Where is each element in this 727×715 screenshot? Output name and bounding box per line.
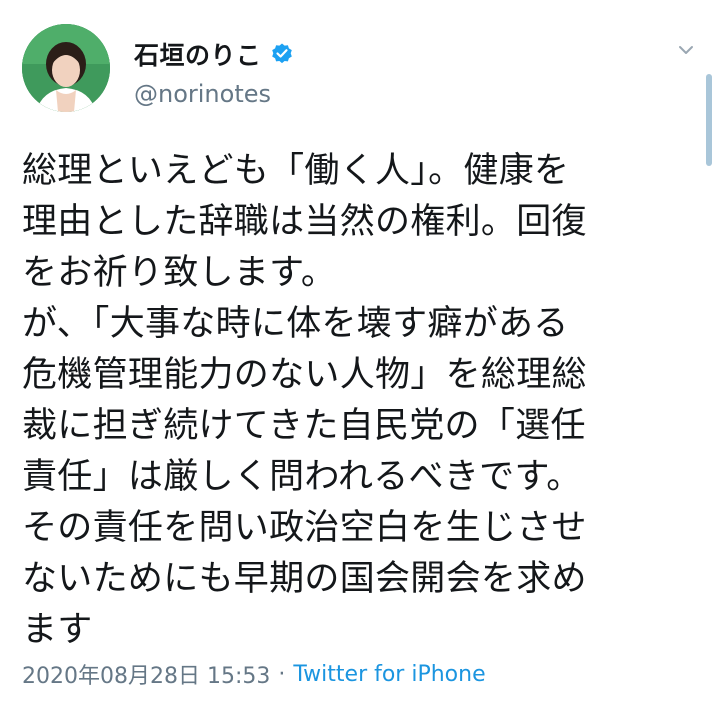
tweet-text-line: をお祈り致します。 [22,253,337,293]
timestamp[interactable]: 2020年08月28日 15:53 [22,658,270,690]
tweet-text-line: ないためにも早期の国会開会を求め [22,559,587,599]
display-name[interactable]: 石垣のりこ [134,36,262,72]
profile-photo-icon [22,24,110,112]
tweet-text-line: 危機管理能力のない人物」を総理総 [22,355,587,395]
tweet-text-line: その責任を問い政治空白を生じさせ [22,508,587,548]
tweet-text-line: 理由とした辞職は当然の権利。回復 [22,202,587,242]
meta-separator: · [278,661,286,687]
tweet-text-line: ます [22,610,93,650]
scrollbar[interactable] [706,74,712,166]
tweet-text-line: 裁に担ぎ続けてきた自民党の「選任 [22,406,586,446]
author-name-row: 石垣のりこ [134,36,294,72]
tweet-text-line: 総理といえども「働く人」。健康を [22,151,570,191]
tweet-text: 総理といえども「働く人」。健康を 理由とした辞職は当然の権利。回復 をお祈り致し… [22,146,692,656]
tweet-text-line: 責任」は厳しく問われるべきです。 [22,457,582,497]
avatar[interactable] [22,24,110,112]
tweet-text-line: が、「大事な時に体を壊す癖がある [22,304,569,344]
user-handle[interactable]: @norinotes [134,80,271,108]
tweet-meta: 2020年08月28日 15:53 · Twitter for iPhone [22,658,486,690]
chevron-down-icon[interactable] [674,38,698,62]
verified-badge-icon [270,42,294,66]
source-link[interactable]: Twitter for iPhone [293,662,485,687]
tweet-card: 石垣のりこ @norinotes 総理といえども「働く人」。健康を 理由とした辞… [0,0,727,715]
